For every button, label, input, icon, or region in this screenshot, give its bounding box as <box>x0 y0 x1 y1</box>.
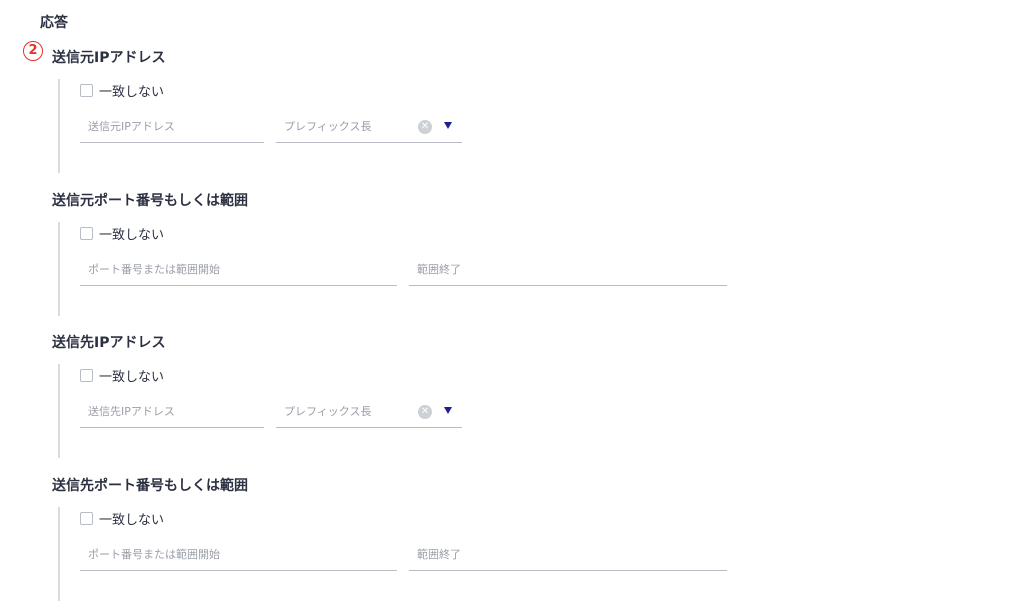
destination-prefix-select[interactable] <box>276 394 462 418</box>
source-ip-negate-label: 一致しない <box>99 85 165 100</box>
source-ip-negate-checkbox[interactable] <box>80 84 93 97</box>
numbered-circle-icon: 2 <box>23 41 43 61</box>
clear-icon[interactable]: ✕ <box>418 120 432 134</box>
source-prefix-select[interactable] <box>276 109 462 133</box>
destination-port-start-input[interactable] <box>80 537 397 561</box>
destination-ip-title: 送信先IPアドレス <box>52 335 166 351</box>
destination-ip-body: 一致しない ✕ <box>58 364 740 458</box>
source-ip-section: 送信元IPアドレス 一致しない ✕ <box>52 49 740 173</box>
source-ip-title: 送信元IPアドレス <box>52 50 166 66</box>
source-ip-body: 一致しない ✕ <box>58 79 740 173</box>
source-port-negate-checkbox[interactable] <box>80 227 93 240</box>
destination-ip-negate-option[interactable]: 一致しない <box>80 366 164 385</box>
page: 応答 2 送信元IPアドレス 一致しない ✕ 送信元ポート番号もしくは範囲 一致 <box>0 0 1024 602</box>
source-ip-input[interactable] <box>80 109 264 133</box>
page-heading: 応答 <box>40 15 68 31</box>
destination-port-start-field <box>80 537 397 571</box>
source-ip-negate-option[interactable]: 一致しない <box>80 81 164 100</box>
destination-ip-input[interactable] <box>80 394 264 418</box>
source-ip-field <box>80 109 264 143</box>
destination-port-title: 送信先ポート番号もしくは範囲 <box>52 478 248 494</box>
clear-icon[interactable]: ✕ <box>418 405 432 419</box>
destination-port-end-input[interactable] <box>409 537 727 561</box>
destination-ip-negate-checkbox[interactable] <box>80 369 93 382</box>
source-prefix-field: ✕ <box>276 109 462 143</box>
source-port-negate-option[interactable]: 一致しない <box>80 224 164 243</box>
dropdown-arrow-icon[interactable] <box>444 407 452 414</box>
destination-ip-field <box>80 394 264 428</box>
source-port-end-field <box>409 252 727 286</box>
destination-prefix-field: ✕ <box>276 394 462 428</box>
source-port-start-field <box>80 252 397 286</box>
source-port-section: 送信元ポート番号もしくは範囲 一致しない <box>52 192 740 316</box>
destination-ip-negate-label: 一致しない <box>99 370 165 385</box>
destination-port-end-field <box>409 537 727 571</box>
source-port-body: 一致しない <box>58 222 740 316</box>
destination-port-negate-checkbox[interactable] <box>80 512 93 525</box>
destination-ip-section: 送信先IPアドレス 一致しない ✕ <box>52 334 740 458</box>
source-port-negate-label: 一致しない <box>99 228 165 243</box>
destination-port-negate-label: 一致しない <box>99 513 165 528</box>
destination-port-negate-option[interactable]: 一致しない <box>80 509 164 528</box>
source-port-title: 送信元ポート番号もしくは範囲 <box>52 193 248 209</box>
destination-port-body: 一致しない <box>58 507 740 601</box>
destination-port-section: 送信先ポート番号もしくは範囲 一致しない <box>52 477 740 601</box>
source-port-start-input[interactable] <box>80 252 397 276</box>
dropdown-arrow-icon[interactable] <box>444 122 452 129</box>
source-port-end-input[interactable] <box>409 252 727 276</box>
